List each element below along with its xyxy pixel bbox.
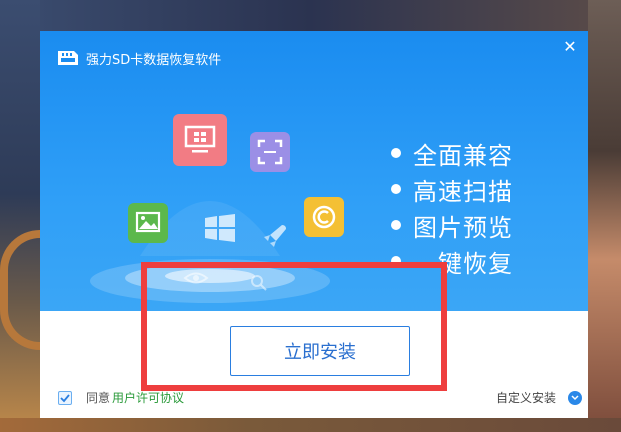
bag-strap <box>0 230 40 350</box>
checkmark-icon <box>60 393 70 402</box>
title-bar: 强力SD卡数据恢复软件 <box>54 47 221 69</box>
custom-install-toggle[interactable]: 自定义安装 <box>496 389 583 406</box>
bullet-dot <box>391 220 401 230</box>
annotation-highlight-box <box>141 262 447 391</box>
monitor-icon <box>173 114 227 166</box>
custom-install-label: 自定义安装 <box>496 391 557 405</box>
license-link[interactable]: 用户许可协议 <box>112 389 184 406</box>
feature-item: 全面兼容 <box>391 135 513 171</box>
sd-card-logo-icon <box>54 47 80 69</box>
bullet-dot <box>391 184 401 194</box>
window-title: 强力SD卡数据恢复软件 <box>86 52 222 68</box>
close-button[interactable]: ✕ <box>562 39 578 55</box>
feature-label: 全面兼容 <box>413 141 513 170</box>
windows-logo-icon <box>203 213 237 247</box>
feature-list: 全面兼容 高速扫描 图片预览 一键恢复 <box>391 135 513 279</box>
close-icon: ✕ <box>563 37 577 56</box>
feature-item: 图片预览 <box>391 207 513 243</box>
bullet-dot <box>391 148 401 158</box>
feature-item: 高速扫描 <box>391 171 513 207</box>
agree-checkbox[interactable] <box>58 390 72 405</box>
copyright-coin-icon <box>304 197 344 237</box>
scan-frame-icon <box>250 132 290 172</box>
feature-label: 高速扫描 <box>413 177 513 206</box>
image-preview-icon <box>128 203 168 243</box>
feature-label: 图片预览 <box>413 213 513 242</box>
chevron-down-icon <box>568 390 583 405</box>
agree-label: 同意 <box>86 391 111 405</box>
license-agreement: 同意 用户许可协议 <box>58 389 184 406</box>
rocket-icon <box>260 221 290 255</box>
